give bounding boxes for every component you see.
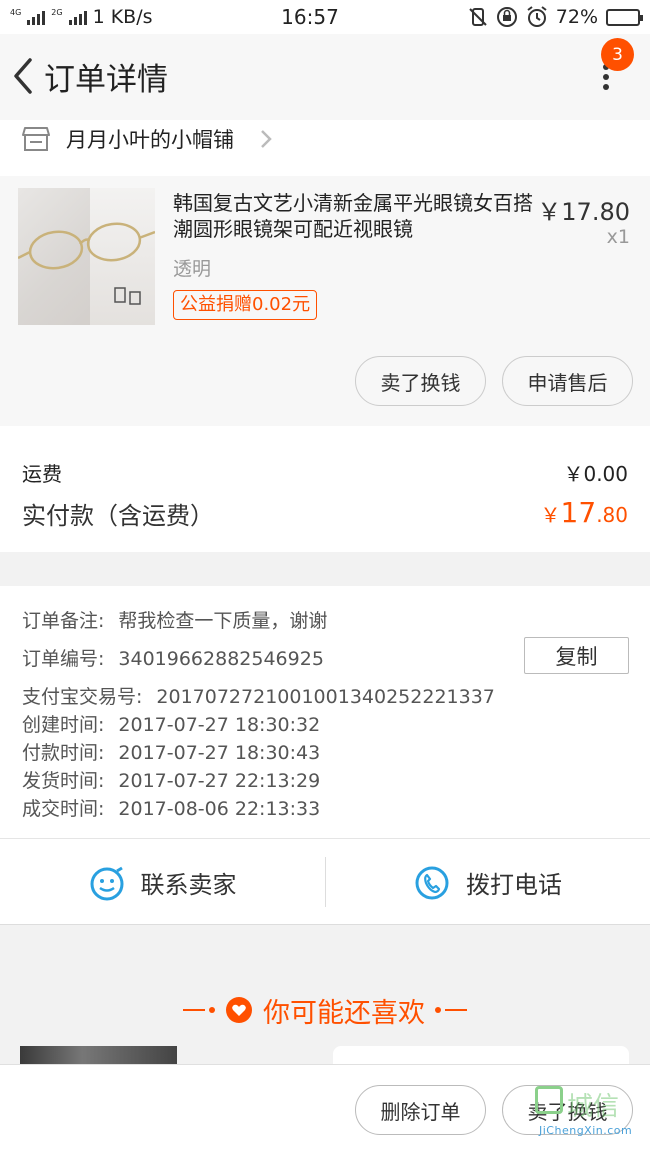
cost-summary: 运费 ￥0.00 实付款（含运费） ￥17.80 — [0, 426, 650, 552]
contact-bar: 联系卖家 拨打电话 — [0, 838, 650, 925]
vibrate-mute-icon — [469, 8, 487, 26]
battery-percent: 72% — [555, 6, 598, 28]
recommend-header: 你可能还喜欢 — [0, 980, 650, 1040]
shop-icon — [22, 127, 50, 151]
order-note-label: 订单备注: — [22, 610, 105, 632]
status-left: 4G 2G 1 KB/s — [10, 6, 270, 28]
recommend-line-right — [435, 1007, 467, 1013]
phone-icon — [415, 866, 449, 899]
alarm-icon — [527, 6, 547, 27]
after-sale-button[interactable]: 申请售后 — [502, 356, 633, 406]
glasses-image — [18, 222, 155, 305]
network-speed: 1 KB/s — [92, 6, 153, 28]
shipped-label: 发货时间: — [22, 770, 105, 792]
order-number-value: 34019662882546925 — [118, 648, 324, 670]
paid-time-row: 付款时间: 2017-07-27 18:30:43 — [22, 738, 320, 765]
watermark-text: 城信 — [567, 1092, 620, 1122]
paid-decimal: .80 — [596, 503, 628, 527]
sell-for-cash-button[interactable]: 卖了换钱 — [355, 356, 486, 406]
shipped-row: 发货时间: 2017-07-27 22:13:29 — [22, 766, 320, 793]
signal-icon — [27, 9, 46, 25]
product-sku: 透明 — [173, 258, 212, 280]
product-price: ￥17.80 — [537, 198, 630, 226]
order-number-row: 订单编号: 34019662882546925 — [22, 644, 324, 671]
recommend-line-left — [183, 1007, 215, 1013]
recommend-title: 你可能还喜欢 — [263, 997, 425, 1029]
alipay-row: 支付宝交易号: 2017072721001001340252221337 — [22, 682, 495, 709]
created-label: 创建时间: — [22, 714, 105, 736]
call-phone-button[interactable]: 拨打电话 — [326, 839, 650, 926]
shop-row[interactable]: 月月小叶的小帽铺 — [0, 120, 650, 176]
shipped-value: 2017-07-27 22:13:29 — [118, 770, 321, 792]
clock: 16:57 — [281, 5, 339, 29]
back-arrow-icon[interactable] — [8, 56, 38, 96]
signal-icon-2 — [68, 9, 87, 25]
completed-value: 2017-08-06 22:13:33 — [118, 798, 321, 820]
freight-label: 运费 — [22, 462, 62, 486]
heart-icon — [226, 997, 252, 1023]
created-row: 创建时间: 2017-07-27 18:30:32 — [22, 710, 320, 737]
paid-currency: ￥ — [540, 503, 561, 527]
call-phone-label: 拨打电话 — [466, 871, 562, 899]
product-name[interactable]: 韩国复古文艺小清新金属平光眼镜女百搭潮圆形眼镜架可配近视眼镜 — [173, 190, 533, 242]
paid-time-label: 付款时间: — [22, 742, 105, 764]
order-note-row: 订单备注: 帮我检查一下质量，谢谢 — [22, 606, 327, 633]
product-quantity: x1 — [606, 226, 630, 248]
nav-bar: 订单详情 3 — [0, 34, 650, 120]
product-thumbnail[interactable] — [18, 188, 155, 325]
order-info: 订单备注: 帮我检查一下质量，谢谢 订单编号: 34019662882546925 … — [0, 586, 650, 838]
network-type-a: 4G — [10, 8, 22, 17]
chevron-right-icon — [261, 130, 272, 148]
created-value: 2017-07-27 18:30:32 — [118, 714, 321, 736]
battery-icon — [606, 8, 643, 26]
contact-seller-button[interactable]: 联系卖家 — [0, 839, 325, 926]
alipay-value: 2017072721001001340252221337 — [156, 686, 495, 708]
order-note-value: 帮我检查一下质量，谢谢 — [118, 610, 328, 632]
status-right: 72% — [380, 6, 643, 28]
completed-row: 成交时间: 2017-08-06 22:13:33 — [22, 794, 320, 821]
page-title: 订单详情 — [44, 62, 168, 98]
paid-label: 实付款（含运费） — [22, 502, 214, 530]
watermark-url: JiChengXin.com — [539, 1124, 633, 1137]
charity-tag: 公益捐赠0.02元 — [173, 290, 318, 320]
watermark: 城信 JiChengXin.com — [535, 1086, 647, 1146]
chat-face-icon — [90, 866, 123, 900]
copy-button[interactable]: 复制 — [524, 637, 629, 674]
notification-badge: 3 — [601, 38, 634, 71]
completed-label: 成交时间: — [22, 798, 105, 820]
shop-name[interactable]: 月月小叶的小帽铺 — [66, 124, 234, 154]
watermark-logo-icon — [535, 1086, 563, 1114]
paid-amount: ￥17.80 — [541, 496, 628, 529]
contact-seller-label: 联系卖家 — [140, 871, 237, 899]
product-card[interactable]: 韩国复古文艺小清新金属平光眼镜女百搭潮圆形眼镜架可配近视眼镜 ￥17.80 x1… — [0, 176, 650, 426]
delete-order-button[interactable]: 删除订单 — [355, 1085, 486, 1135]
order-number-label: 订单编号: — [22, 648, 105, 670]
paid-integer: 17 — [560, 496, 597, 529]
paid-time-value: 2017-07-27 18:30:43 — [118, 742, 321, 764]
network-type-b: 2G — [51, 8, 63, 17]
freight-value: ￥0.00 — [563, 462, 628, 486]
alipay-label: 支付宝交易号: — [22, 686, 143, 708]
rotation-lock-icon — [496, 7, 517, 27]
status-bar: 4G 2G 1 KB/s 16:57 72% — [0, 0, 650, 34]
